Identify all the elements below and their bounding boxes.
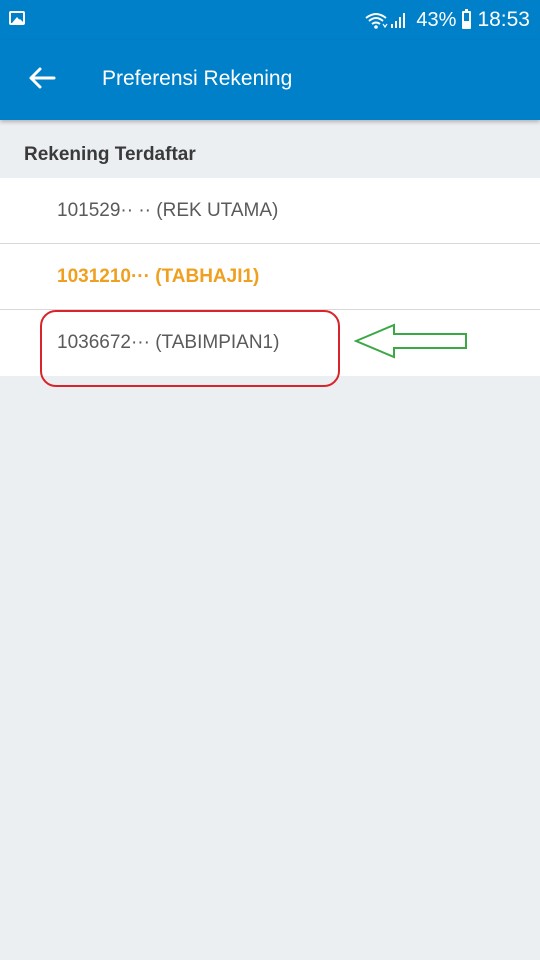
signal-icon: [391, 13, 406, 28]
page-title: Preferensi Rekening: [102, 67, 293, 90]
back-button[interactable]: [24, 60, 60, 96]
account-label: 101529·· ·· (REK UTAMA): [57, 200, 279, 221]
battery-percent: 43%: [416, 8, 457, 31]
app-bar: Preferensi Rekening: [0, 40, 540, 120]
clock: 18:53: [477, 8, 530, 31]
battery-icon: [462, 9, 472, 29]
arrow-left-icon: [29, 67, 56, 89]
account-item-tabimpian[interactable]: 1036672··· (TABIMPIAN1): [0, 310, 540, 376]
account-label: 1031210··· (TABHAJI1): [57, 266, 260, 287]
account-item-rek-utama[interactable]: 101529·· ·· (REK UTAMA): [0, 178, 540, 244]
account-item-tabhaji[interactable]: 1031210··· (TABHAJI1): [0, 244, 540, 310]
status-indicators: 43% 18:53: [364, 7, 530, 33]
status-bar: 43% 18:53: [0, 0, 540, 40]
account-list: 101529·· ·· (REK UTAMA) 1031210··· (TABH…: [0, 178, 540, 376]
section-title: Rekening Terdaftar: [24, 144, 196, 165]
image-icon: [9, 11, 25, 25]
wifi-icon: [365, 13, 388, 29]
account-label: 1036672··· (TABIMPIAN1): [57, 332, 280, 353]
